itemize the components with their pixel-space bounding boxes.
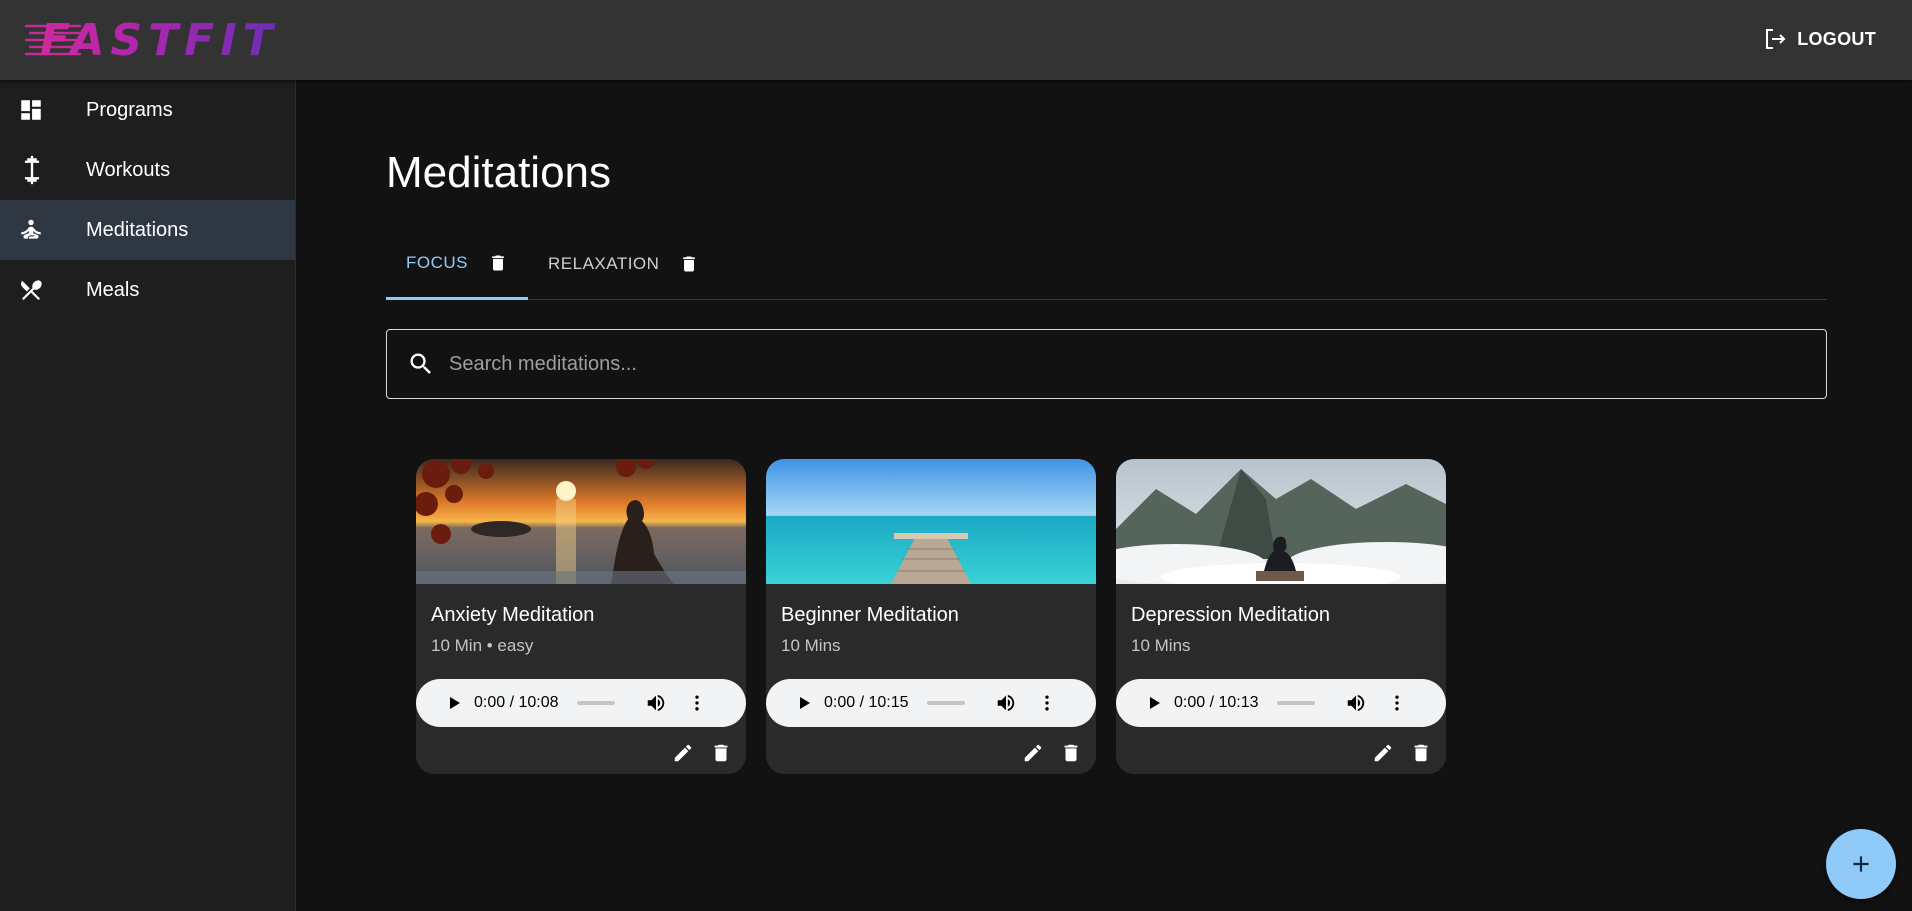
- sidebar-item-programs[interactable]: Programs: [0, 80, 295, 140]
- category-tabs: FOCUS RELAXATION: [386, 228, 1827, 300]
- search-icon: [410, 353, 431, 374]
- tab-label: RELAXATION: [548, 254, 660, 273]
- card-actions: [1372, 742, 1432, 764]
- search-input[interactable]: [449, 352, 1749, 376]
- tab-label: FOCUS: [406, 252, 468, 272]
- sidebar-item-meditations[interactable]: Meditations: [0, 200, 295, 260]
- logout-label: LOGOUT: [1797, 28, 1876, 49]
- card-image: [766, 459, 1096, 584]
- sidebar: Programs Workouts Meditations Meals: [0, 80, 296, 911]
- main-content: Meditations FOCUS RELAXATION Search medi…: [386, 80, 1827, 774]
- card-image: [416, 459, 746, 584]
- card-subtitle: 10 Mins: [1131, 636, 1191, 655]
- sidebar-item-label: Meals: [86, 278, 140, 301]
- card-actions: [1022, 742, 1082, 764]
- trash-icon[interactable]: [679, 254, 699, 274]
- card-title: Beginner Meditation: [781, 604, 959, 626]
- volume-icon[interactable]: [1345, 692, 1367, 714]
- page-title: Meditations: [386, 148, 612, 197]
- sidebar-item-workouts[interactable]: Workouts: [0, 140, 295, 200]
- meditation-card[interactable]: Anxiety Meditation 10 Min • easy 0:00 / …: [416, 459, 746, 774]
- meditation-card[interactable]: Depression Meditation 10 Mins 0:00 / 10:…: [1116, 459, 1446, 774]
- trash-icon[interactable]: [488, 253, 508, 273]
- meditation-icon: [0, 217, 86, 243]
- add-meditation-button[interactable]: [1826, 829, 1896, 899]
- search-box[interactable]: [386, 329, 1827, 399]
- plus-icon: [1853, 856, 1869, 872]
- delete-icon[interactable]: [1410, 742, 1432, 764]
- card-title: Anxiety Meditation: [431, 604, 595, 626]
- app-bar: FASTFIT LOGOUT: [0, 0, 1912, 80]
- tab-relaxation[interactable]: RELAXATION: [528, 228, 719, 300]
- delete-icon[interactable]: [1060, 742, 1082, 764]
- audio-player[interactable]: 0:00 / 10:15: [766, 679, 1096, 727]
- dashboard-icon: [0, 97, 86, 123]
- delete-icon[interactable]: [710, 742, 732, 764]
- card-actions: [672, 742, 732, 764]
- audio-progress-slider[interactable]: [576, 701, 615, 705]
- meditation-cards: Anxiety Meditation 10 Min • easy 0:00 / …: [386, 459, 1827, 774]
- logo-text: FASTFIT: [24, 15, 279, 66]
- sidebar-item-meals[interactable]: Meals: [0, 260, 295, 320]
- volume-icon[interactable]: [995, 692, 1017, 714]
- utensils-icon: [0, 277, 86, 303]
- more-options-icon[interactable]: [1037, 693, 1057, 713]
- audio-player[interactable]: 0:00 / 10:13: [1116, 679, 1446, 727]
- card-title: Depression Meditation: [1131, 604, 1330, 626]
- edit-icon[interactable]: [1022, 742, 1044, 764]
- audio-progress-slider[interactable]: [1276, 701, 1315, 705]
- card-subtitle: 10 Mins: [781, 636, 841, 655]
- sidebar-item-label: Workouts: [86, 158, 171, 181]
- fastfit-logo[interactable]: FASTFIT: [24, 15, 279, 66]
- play-icon[interactable]: [446, 695, 462, 711]
- card-subtitle: 10 Min • easy: [431, 636, 534, 655]
- audio-time: 0:00 / 10:08: [474, 694, 559, 711]
- tab-focus[interactable]: FOCUS: [386, 228, 528, 300]
- audio-time: 0:00 / 10:15: [824, 694, 909, 711]
- play-icon[interactable]: [796, 695, 812, 711]
- audio-progress-slider[interactable]: [926, 701, 965, 705]
- edit-icon[interactable]: [672, 742, 694, 764]
- meditation-card[interactable]: Beginner Meditation 10 Mins 0:00 / 10:15: [766, 459, 1096, 774]
- sidebar-item-label: Meditations: [86, 218, 189, 241]
- logout-button[interactable]: LOGOUT: [1763, 27, 1876, 51]
- logout-icon: [1766, 29, 1786, 49]
- card-image: [1116, 459, 1446, 584]
- dumbbell-icon: [0, 155, 86, 185]
- audio-time: 0:00 / 10:13: [1174, 694, 1259, 711]
- more-options-icon[interactable]: [1387, 693, 1407, 713]
- play-icon[interactable]: [1146, 695, 1162, 711]
- volume-icon[interactable]: [645, 692, 667, 714]
- more-options-icon[interactable]: [687, 693, 707, 713]
- edit-icon[interactable]: [1372, 742, 1394, 764]
- audio-player[interactable]: 0:00 / 10:08: [416, 679, 746, 727]
- sidebar-item-label: Programs: [86, 98, 173, 121]
